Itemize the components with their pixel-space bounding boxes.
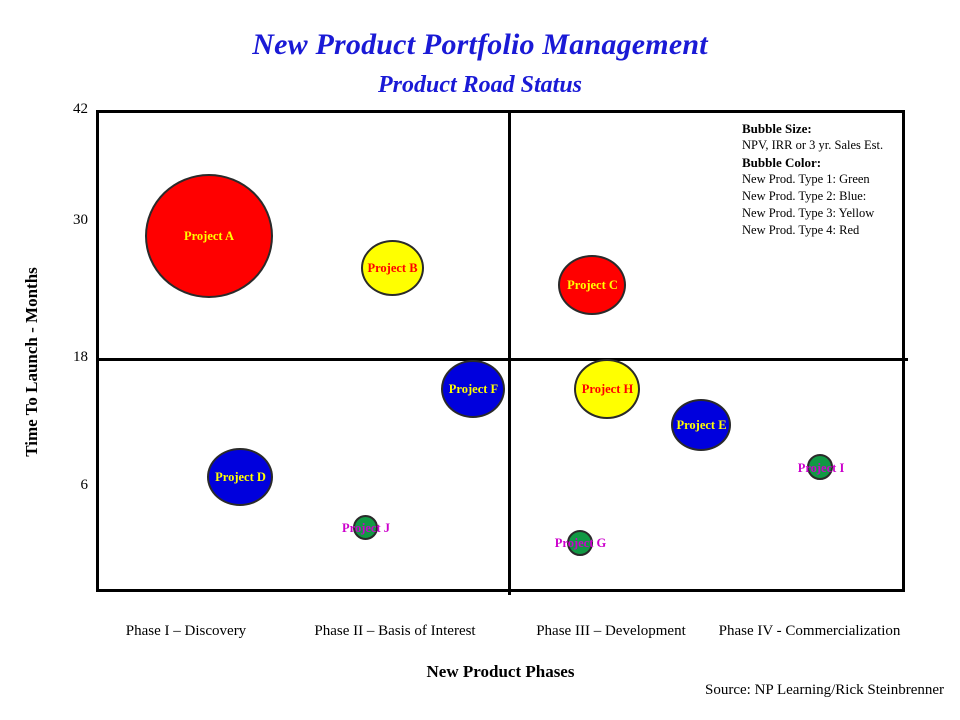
- x-tick-phase-1: Phase I – Discovery: [125, 623, 247, 639]
- y-axis-title: Time To Launch - Months: [22, 267, 41, 457]
- x-tick-phase-2: Phase II – Basis of Interest: [314, 623, 476, 639]
- legend: Bubble Size: NPV, IRR or 3 yr. Sales Est…: [742, 120, 907, 239]
- bubble-project-d[interactable]: [207, 448, 273, 506]
- bubble-project-b[interactable]: [361, 240, 424, 296]
- bubble-project-a[interactable]: [145, 174, 273, 298]
- x-tick-phase-4: Phase IV - Commercialization: [718, 623, 901, 639]
- y-tick-42: 42: [73, 101, 88, 117]
- bubble-project-j[interactable]: [353, 515, 378, 540]
- y-axis-tick-labels: 42 30 18 6: [50, 0, 88, 720]
- page-subtitle: Product Road Status: [377, 72, 583, 98]
- legend-color-heading: Bubble Color:: [742, 155, 822, 170]
- bubble-project-g[interactable]: [567, 530, 593, 556]
- legend-size-text: NPV, IRR or 3 yr. Sales Est.: [742, 138, 884, 152]
- legend-size-heading: Bubble Size:: [742, 121, 812, 136]
- x-axis-title: New Product Phases: [426, 662, 575, 681]
- quadrant-divider-horizontal: [99, 358, 908, 361]
- bubble-project-f[interactable]: [441, 360, 505, 418]
- y-tick-18: 18: [73, 349, 88, 365]
- bubble-project-h[interactable]: [574, 359, 640, 419]
- y-tick-30: 30: [73, 212, 88, 228]
- page-title: New Product Portfolio Management: [252, 28, 708, 61]
- chart-page: New Product Portfolio Management Product…: [0, 0, 960, 720]
- x-tick-phase-3: Phase III – Development: [536, 623, 686, 639]
- bubble-project-e[interactable]: [671, 399, 731, 451]
- legend-color-type-2: New Prod. Type 2: Blue:: [742, 189, 867, 203]
- y-tick-6: 6: [80, 477, 89, 493]
- legend-color-type-1: New Prod. Type 1: Green: [742, 172, 870, 186]
- quadrant-divider-vertical: [508, 113, 511, 595]
- bubble-project-i[interactable]: [807, 454, 833, 480]
- source-note: Source: NP Learning/Rick Steinbrenner: [705, 682, 944, 698]
- bubble-project-c[interactable]: [558, 255, 626, 315]
- legend-color-type-3: New Prod. Type 3: Yellow: [742, 206, 875, 220]
- legend-color-type-4: New Prod. Type 4: Red: [742, 223, 860, 237]
